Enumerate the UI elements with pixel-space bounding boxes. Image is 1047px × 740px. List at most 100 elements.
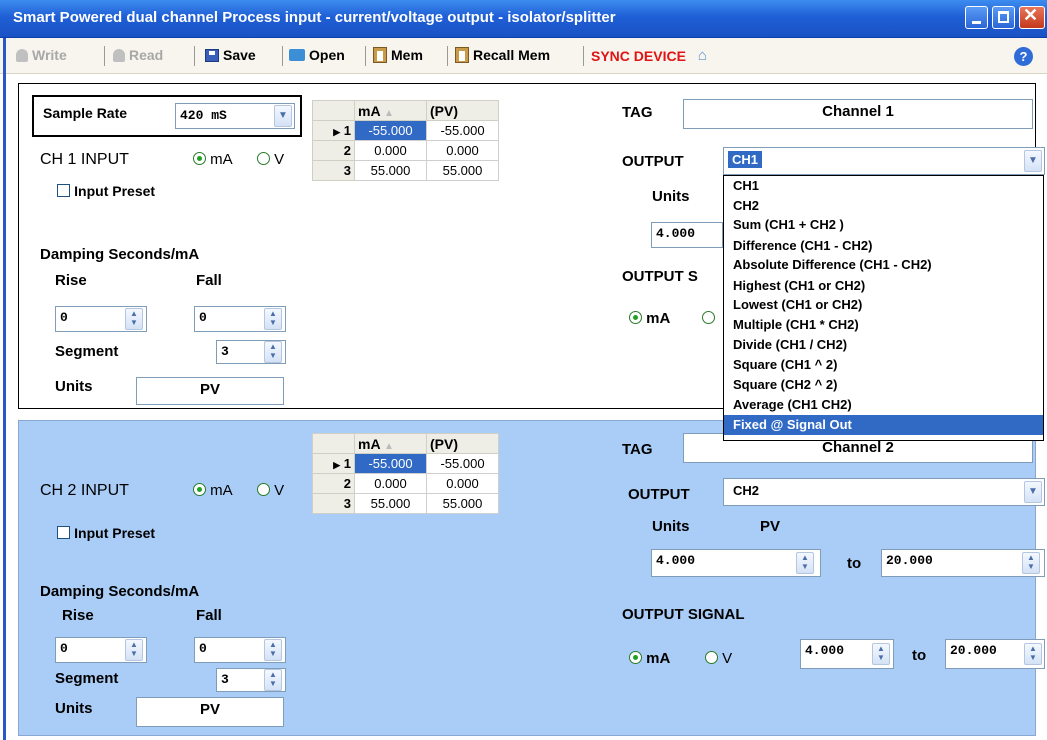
- spin-updown-icon[interactable]: ▲ ▼: [796, 552, 814, 574]
- ch2-input-preset-checkbox[interactable]: Input Preset: [57, 525, 155, 542]
- toolbar-separator: [282, 46, 283, 66]
- ch1-output-v-radio[interactable]: [702, 310, 715, 327]
- toolbar-separator: [365, 46, 366, 66]
- dropdown-option[interactable]: Difference (CH1 - CH2): [724, 236, 1043, 255]
- ch2-output-select[interactable]: CH2 ▼: [723, 478, 1045, 506]
- toolbar-separator: [583, 46, 584, 66]
- dropdown-option[interactable]: Square (CH1 ^ 2): [724, 355, 1043, 375]
- dropdown-option[interactable]: Average (CH1 CH2): [724, 395, 1043, 415]
- table-cell[interactable]: 0.000: [426, 140, 499, 161]
- ch1-segment-label: Segment: [55, 343, 119, 360]
- sync-device-label: SYNC DEVICE: [591, 47, 686, 64]
- chevron-down-icon[interactable]: ▼: [1024, 481, 1042, 503]
- table-cell[interactable]: 0.000: [354, 473, 427, 494]
- table-cell[interactable]: -55.000: [354, 120, 427, 141]
- column-header-ma[interactable]: mA ▲: [354, 433, 427, 454]
- table-cell[interactable]: -55.000: [426, 120, 499, 141]
- dropdown-option[interactable]: Sum (CH1 + CH2 ): [724, 215, 1043, 236]
- table-cell[interactable]: 0.000: [354, 140, 427, 161]
- ch2-input-label: CH 2 INPUT: [40, 482, 129, 499]
- ch1-rise-label: Rise: [55, 272, 87, 289]
- mem-button[interactable]: Mem: [373, 47, 423, 63]
- dropdown-option-highlighted[interactable]: Fixed @ Signal Out: [724, 415, 1043, 435]
- row-header[interactable]: 3: [312, 493, 355, 514]
- table-cell[interactable]: 55.000: [354, 160, 427, 181]
- checkbox-icon: [57, 526, 70, 539]
- dropdown-option[interactable]: Multiple (CH1 * CH2): [724, 315, 1043, 335]
- spin-updown-icon[interactable]: ▲ ▼: [872, 643, 890, 665]
- ch2-output-signal-label: OUTPUT SIGNAL: [622, 606, 745, 623]
- dropdown-option[interactable]: Lowest (CH1 or CH2): [724, 295, 1043, 315]
- ch2-damping-label: Damping Seconds/mA: [40, 583, 200, 600]
- ch1-scaling-table[interactable]: mA ▲ (PV) ▶ 1 -55.000 -55.000 2 0.000 0.…: [312, 100, 499, 181]
- row-number: 1: [343, 123, 351, 138]
- ch1-output-value: CH1: [728, 151, 763, 168]
- dropdown-option[interactable]: Highest (CH1 or CH2): [724, 276, 1043, 295]
- ch1-tag-input[interactable]: Channel 1: [683, 99, 1033, 129]
- read-button[interactable]: Read: [113, 47, 163, 63]
- sync-device-button[interactable]: SYNC DEVICE ⌂: [591, 47, 707, 64]
- spin-updown-icon[interactable]: ▲ ▼: [264, 308, 282, 330]
- spin-updown-icon[interactable]: ▲ ▼: [264, 669, 282, 691]
- ch2-signal-ma-radio[interactable]: mA: [629, 650, 670, 667]
- table-cell[interactable]: 0.000: [426, 473, 499, 494]
- column-header-pv[interactable]: (PV): [426, 100, 499, 121]
- table-cell[interactable]: 55.000: [426, 493, 499, 514]
- read-label: Read: [129, 47, 164, 63]
- clipboard-icon: [455, 47, 469, 63]
- ch2-scaling-table[interactable]: mA ▲ (PV) ▶ 1 -55.000 -55.000 2 0.000 0.…: [312, 433, 499, 514]
- table-cell[interactable]: -55.000: [426, 453, 499, 474]
- ch2-signal-v-radio[interactable]: V: [705, 650, 732, 667]
- dropdown-option[interactable]: Absolute Difference (CH1 - CH2): [724, 255, 1043, 276]
- row-header[interactable]: 2: [312, 473, 355, 494]
- chevron-down-icon[interactable]: ▼: [274, 105, 292, 127]
- dropdown-option[interactable]: Square (CH2 ^ 2): [724, 375, 1043, 395]
- dropdown-option[interactable]: Divide (CH1 / CH2): [724, 335, 1043, 355]
- ch2-out-to-input[interactable]: 20.000: [881, 549, 1045, 577]
- ch1-units-input[interactable]: PV: [136, 377, 284, 405]
- recall-mem-button[interactable]: Recall Mem: [455, 47, 550, 63]
- minimize-button[interactable]: [965, 6, 988, 29]
- row-header[interactable]: 3: [312, 160, 355, 181]
- row-header[interactable]: ▶ 1: [312, 120, 355, 141]
- column-header-pv[interactable]: (PV): [426, 433, 499, 454]
- close-button[interactable]: ✕: [1019, 5, 1045, 29]
- title-bar[interactable]: Smart Powered dual channel Process input…: [0, 0, 1047, 38]
- output-dropdown-list[interactable]: CH1 CH2 Sum (CH1 + CH2 ) Difference (CH1…: [723, 175, 1044, 441]
- dropdown-option[interactable]: CH1: [724, 176, 1043, 196]
- open-button[interactable]: Open: [289, 47, 345, 63]
- help-icon[interactable]: ?: [1014, 47, 1033, 66]
- save-button[interactable]: Save: [205, 47, 256, 63]
- ch1-input-preset-checkbox[interactable]: Input Preset: [57, 183, 155, 200]
- spin-updown-icon[interactable]: ▲ ▼: [1024, 643, 1042, 665]
- radio-unselected-icon: [705, 651, 718, 664]
- ch1-input-ma-radio[interactable]: mA: [193, 151, 233, 168]
- table-cell[interactable]: -55.000: [354, 453, 427, 474]
- table-cell[interactable]: 55.000: [426, 160, 499, 181]
- spin-updown-icon[interactable]: ▲ ▼: [264, 341, 282, 363]
- maximize-button[interactable]: [992, 6, 1015, 29]
- table-cell[interactable]: 55.000: [354, 493, 427, 514]
- ch2-input-v-radio[interactable]: V: [257, 482, 284, 499]
- ch2-input-ma-radio[interactable]: mA: [193, 482, 233, 499]
- write-button[interactable]: Write: [16, 47, 67, 63]
- clipboard-icon: [373, 47, 387, 63]
- ch2-tag-label: TAG: [622, 441, 653, 458]
- radio-label: mA: [210, 482, 233, 499]
- dropdown-option[interactable]: CH2: [724, 196, 1043, 215]
- ch1-output-select[interactable]: CH1 ▼: [723, 147, 1045, 175]
- ch1-out-from-input[interactable]: 4.000: [651, 222, 723, 248]
- spin-updown-icon[interactable]: ▲ ▼: [125, 639, 143, 661]
- spin-updown-icon[interactable]: ▲ ▼: [1022, 552, 1040, 574]
- row-header[interactable]: ▶ 1: [312, 453, 355, 474]
- spin-updown-icon[interactable]: ▲ ▼: [264, 639, 282, 661]
- row-header[interactable]: 2: [312, 140, 355, 161]
- ch2-units-input[interactable]: PV: [136, 697, 284, 727]
- ch1-input-v-radio[interactable]: V: [257, 151, 284, 168]
- column-header-ma[interactable]: mA ▲: [354, 100, 427, 121]
- radio-selected-icon: [629, 651, 642, 664]
- chevron-down-icon[interactable]: ▼: [1024, 150, 1042, 172]
- ch1-output-ma-radio[interactable]: mA: [629, 310, 670, 327]
- spin-updown-icon[interactable]: ▲ ▼: [125, 308, 143, 330]
- radio-label: V: [274, 482, 285, 499]
